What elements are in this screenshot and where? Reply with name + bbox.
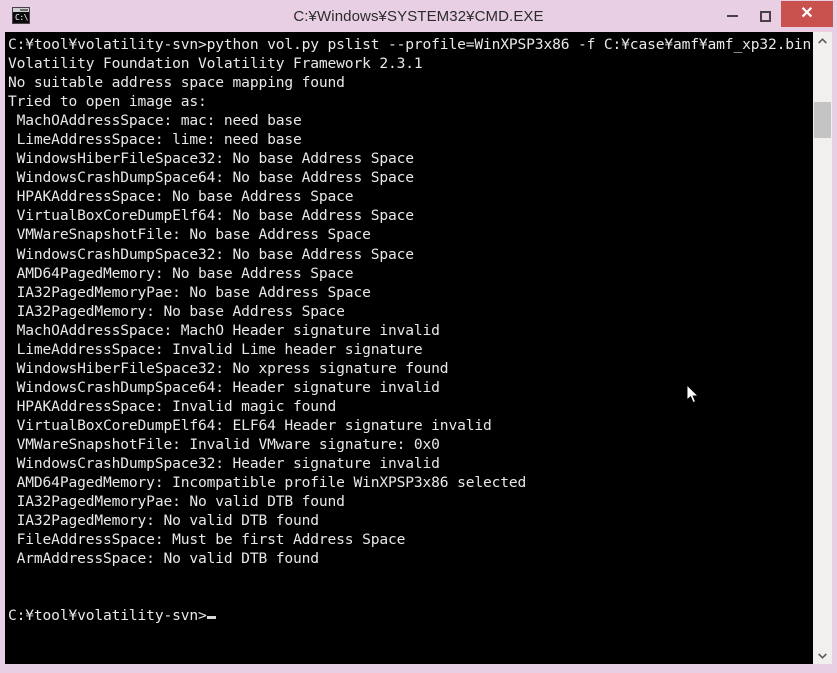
window-controls: ✕: [715, 0, 837, 32]
icon-titlebar-stripe: [13, 8, 29, 12]
scroll-up-button[interactable]: [813, 32, 832, 49]
maximize-button[interactable]: [749, 0, 781, 32]
minimize-button[interactable]: [715, 0, 749, 32]
scrollbar-track[interactable]: [813, 49, 832, 647]
title-bar[interactable]: C:\ C:¥Windows¥SYSTEM32¥CMD.EXE ✕: [0, 0, 837, 32]
minimize-icon: [726, 15, 738, 17]
client-area: C:¥tool¥volatility-svn>python vol.py psl…: [0, 32, 837, 673]
console-output-area[interactable]: C:¥tool¥volatility-svn>python vol.py psl…: [5, 32, 813, 664]
scroll-down-button[interactable]: [813, 647, 832, 664]
chevron-down-icon: [818, 652, 827, 659]
close-button[interactable]: ✕: [781, 1, 833, 27]
cmd-console-icon: C:\: [12, 7, 30, 24]
scrollbar-thumb[interactable]: [814, 102, 831, 138]
chevron-up-icon: [818, 37, 827, 44]
cmd-window: C:\ C:¥Windows¥SYSTEM32¥CMD.EXE ✕ C:¥too…: [0, 0, 837, 673]
maximize-icon: [759, 10, 771, 22]
window-title: C:¥Windows¥SYSTEM32¥CMD.EXE: [293, 7, 544, 25]
console-text: C:¥tool¥volatility-svn>python vol.py psl…: [8, 36, 812, 625]
icon-prompt-text: C:\: [15, 13, 28, 22]
terminal-cursor: [206, 616, 216, 620]
vertical-scrollbar[interactable]: [813, 32, 832, 664]
close-icon: ✕: [800, 5, 814, 22]
